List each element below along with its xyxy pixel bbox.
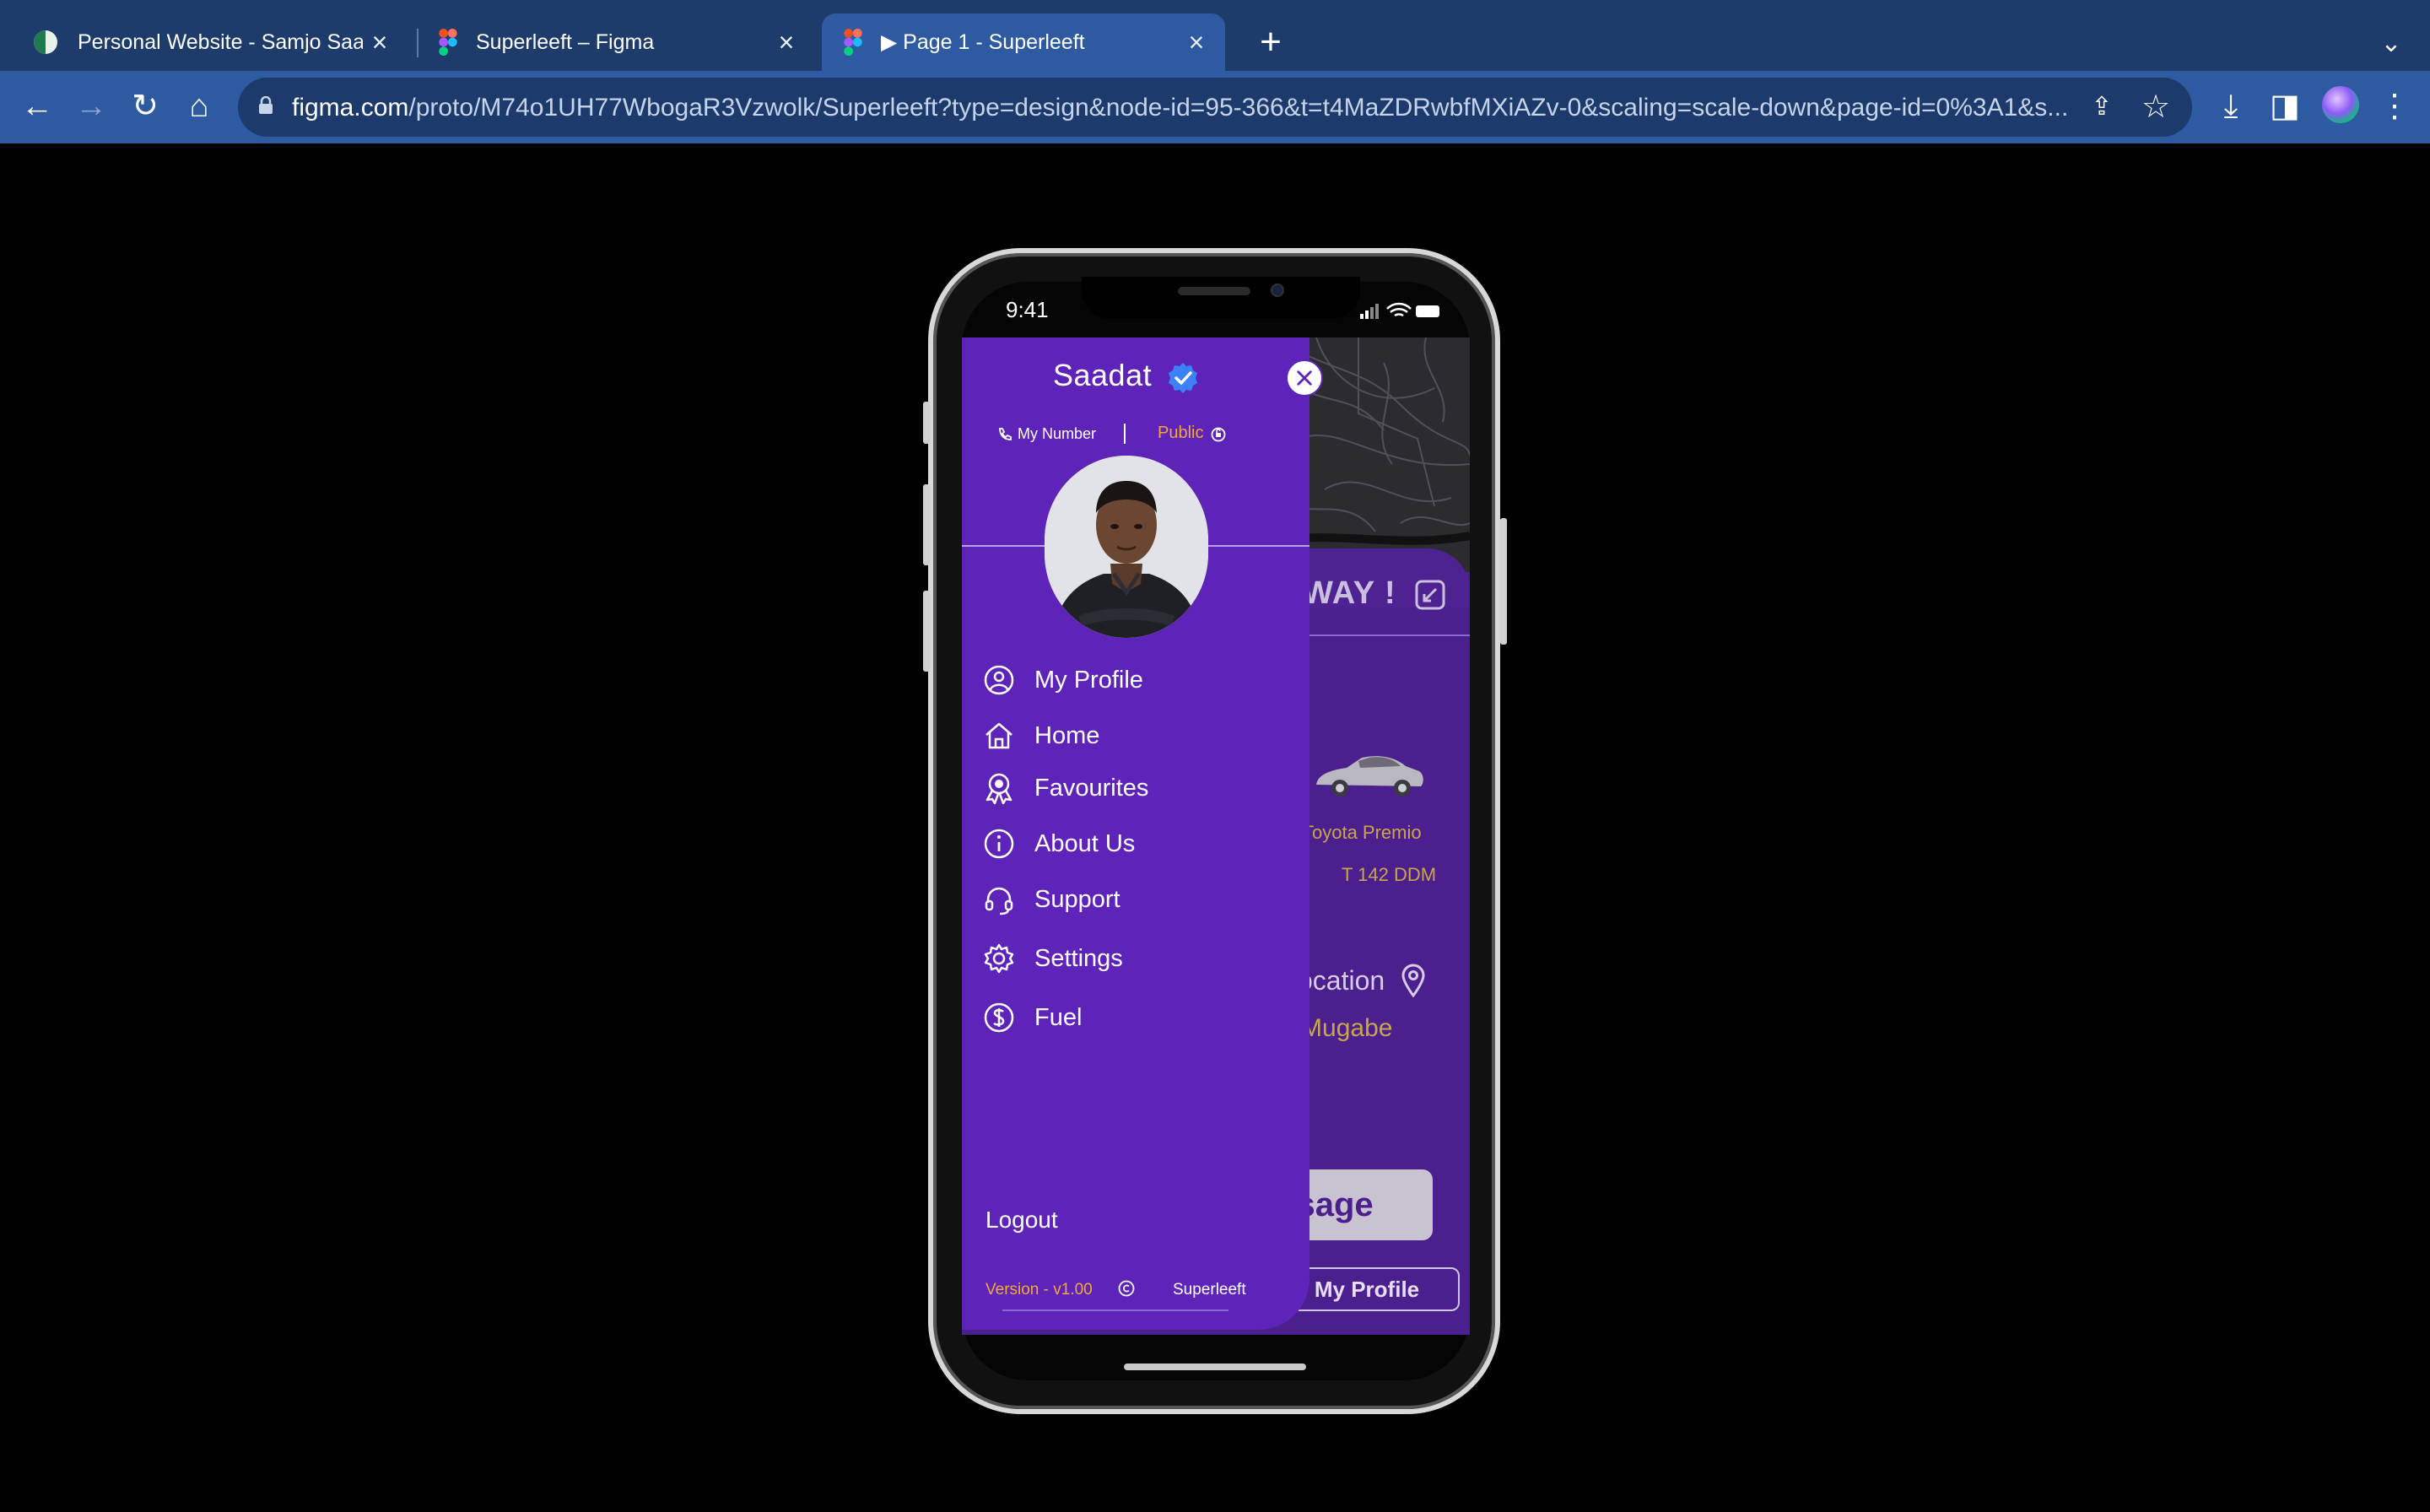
side-drawer: Saadat My Number Public My Profile Home … <box>962 338 1323 1330</box>
menu-item-favourites[interactable]: Favourites <box>982 766 1303 810</box>
tab-close-icon[interactable]: × <box>1180 27 1213 58</box>
menu-item-fuel[interactable]: Fuel <box>982 996 1303 1040</box>
phone-mute-switch <box>923 402 930 444</box>
verified-badge-icon <box>1169 363 1197 393</box>
brand-name: Superleeft <box>1173 1281 1246 1299</box>
tab-figma-prototype[interactable]: ▶ Page 1 - Superleeft × <box>822 14 1225 71</box>
phone-camera <box>1271 284 1284 297</box>
menu-item-my-profile[interactable]: My Profile <box>982 658 1303 702</box>
location-label: ocation <box>1298 965 1385 996</box>
my-number-link[interactable]: My Number <box>997 425 1096 443</box>
wifi-icon <box>1386 302 1412 317</box>
profile-avatar[interactable] <box>2322 86 2359 123</box>
share-icon[interactable]: ⇪ <box>2084 89 2120 125</box>
footer-rule <box>1002 1310 1228 1311</box>
award-icon <box>986 773 1012 805</box>
browser-tab-bar: Personal Website - Samjo Saad × Superlee… <box>0 0 2430 71</box>
home-indicator[interactable] <box>1124 1364 1306 1370</box>
tab-close-icon[interactable]: × <box>770 27 803 58</box>
signal-icon <box>1360 304 1379 319</box>
menu-item-label: Settings <box>1034 944 1123 972</box>
tab-title: ▶ Page 1 - Superleeft <box>881 30 1085 54</box>
expand-icon[interactable] <box>1414 579 1446 611</box>
menu-icon[interactable]: ⋮ <box>2368 79 2422 133</box>
download-icon[interactable]: ⤓ <box>2204 79 2258 133</box>
app-version: Version - v1.00 <box>986 1281 1093 1299</box>
reload-icon[interactable]: ↻ <box>118 79 172 133</box>
background-heading: WAY ! <box>1303 575 1396 611</box>
browser-toolbar: ← → ↻ ⌂ figma.com/proto/M74o1UH77WbogaR3… <box>0 71 2430 143</box>
tab-title: Personal Website - Samjo Saad <box>78 30 363 54</box>
car-image-icon <box>1316 756 1423 796</box>
menu-item-label: Favourites <box>1034 774 1149 802</box>
menu-item-label: Support <box>1034 885 1120 913</box>
menu-item-label: Fuel <box>1034 1003 1083 1031</box>
tab-figma-file[interactable]: Superleeft – Figma × <box>413 14 815 71</box>
my-number-label: My Number <box>1018 425 1097 442</box>
sidebar-icon[interactable]: ◨ <box>2258 79 2312 133</box>
menu-item-about-us[interactable]: About Us <box>982 822 1303 866</box>
home-icon <box>986 722 1012 749</box>
forward-icon[interactable]: → <box>64 79 118 133</box>
menu-item-label: My Profile <box>1034 666 1143 694</box>
logout-button[interactable]: Logout <box>986 1207 1058 1234</box>
header-divider <box>1124 424 1126 444</box>
location-pin-icon <box>1401 964 1425 997</box>
tab-search-chevron-icon[interactable]: ⌄ <box>2369 22 2413 66</box>
new-tab-button[interactable]: + <box>1245 19 1296 69</box>
user-name: Saadat <box>1053 358 1153 392</box>
gear-icon <box>984 943 1014 974</box>
user-circle-icon <box>984 665 1014 695</box>
phone-icon <box>999 427 1012 440</box>
phone-volume-up <box>923 484 930 565</box>
car-plate: T 142 DDM <box>1342 864 1437 885</box>
phone-power-button <box>1500 518 1507 645</box>
url-text: figma.com/proto/M74o1UH77WbogaR3Vzwolk/S… <box>292 94 2069 122</box>
star-icon[interactable]: ☆ <box>2135 86 2177 128</box>
lock-icon <box>259 96 273 114</box>
menu-item-support[interactable]: Support <box>982 878 1303 921</box>
unlock-icon <box>1212 427 1226 441</box>
copyright-icon <box>1118 1280 1135 1297</box>
profile-photo-image <box>1045 456 1208 638</box>
menu-item-settings[interactable]: Settings <box>982 937 1303 980</box>
close-drawer-icon[interactable] <box>1286 359 1323 397</box>
tab-close-icon[interactable]: × <box>363 27 397 58</box>
menu-item-label: About Us <box>1034 829 1136 857</box>
car-name: Toyota Premio <box>1303 822 1422 843</box>
profile-photo[interactable] <box>1045 456 1208 638</box>
figma-favicon-icon <box>439 29 457 56</box>
menu-item-home[interactable]: Home <box>982 714 1303 758</box>
website-favicon-icon <box>34 30 57 54</box>
dollar-icon <box>984 1002 1014 1033</box>
home-icon[interactable]: ⌂ <box>172 79 226 133</box>
tab-title: Superleeft – Figma <box>476 30 655 54</box>
figma-favicon-icon <box>844 29 862 56</box>
menu-item-label: Home <box>1034 721 1100 749</box>
visibility-toggle[interactable]: Public <box>1158 424 1227 443</box>
tab-personal-website[interactable]: Personal Website - Samjo Saad × <box>0 14 408 71</box>
phone-volume-down <box>923 591 930 672</box>
status-time: 9:41 <box>1006 297 1049 322</box>
info-icon <box>984 829 1014 859</box>
address-bar[interactable]: figma.com/proto/M74o1UH77WbogaR3Vzwolk/S… <box>238 78 2192 137</box>
visibility-label: Public <box>1158 424 1204 442</box>
drawer-footer: Version - v1.00 Superleeft <box>986 1279 1289 1311</box>
phone-speaker <box>1178 287 1250 295</box>
battery-icon <box>1416 305 1439 317</box>
back-icon[interactable]: ← <box>10 79 64 133</box>
phone-notch <box>1082 277 1360 319</box>
status-icons <box>1360 302 1439 319</box>
headset-icon <box>985 887 1013 915</box>
